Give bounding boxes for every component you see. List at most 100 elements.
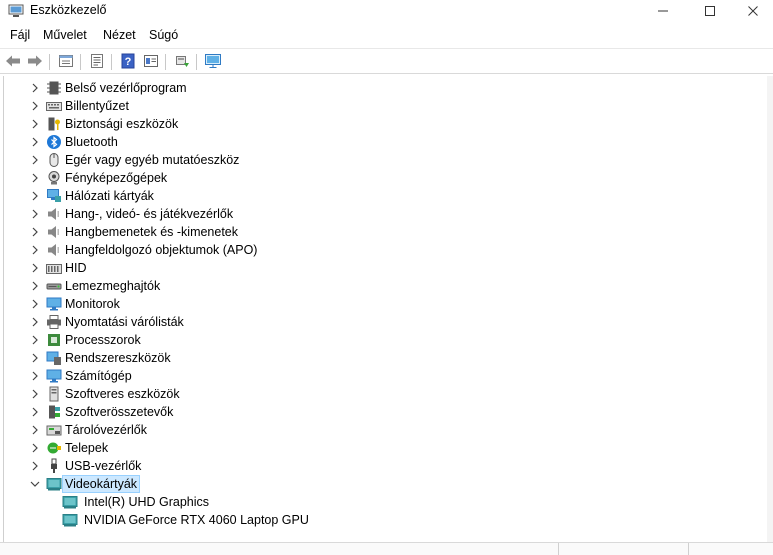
chevron-down-icon[interactable] — [28, 477, 42, 491]
chevron-glyph — [30, 481, 40, 487]
chevron-right-icon[interactable] — [28, 189, 42, 203]
chevron-right-icon[interactable] — [28, 171, 42, 185]
chevron-right-icon[interactable] — [28, 441, 42, 455]
system-devices-icon — [46, 351, 61, 365]
category-icon — [46, 206, 62, 222]
tree-category-label: Szoftveres eszközök — [65, 387, 180, 401]
category-icon — [46, 458, 62, 474]
tree-category-row[interactable]: Egér vagy egyéb mutatóeszköz — [4, 151, 744, 169]
vertical-scrollbar[interactable] — [767, 76, 773, 542]
tree-category-row[interactable]: Rendszereszközök — [4, 349, 744, 367]
tree-category-row[interactable]: Biztonsági eszközök — [4, 115, 744, 133]
maximize-button[interactable] — [688, 0, 732, 22]
chevron-right-icon[interactable] — [28, 423, 42, 437]
tree-device-row[interactable]: NVIDIA GeForce RTX 4060 Laptop GPU — [4, 511, 744, 529]
tree-category-row[interactable]: Hangbemenetek és -kimenetek — [4, 223, 744, 241]
category-icon — [46, 368, 62, 384]
device-icon — [62, 512, 78, 528]
category-icon — [46, 422, 62, 438]
chevron-right-icon[interactable] — [28, 279, 42, 293]
chevron-right-icon[interactable] — [28, 135, 42, 149]
close-icon — [748, 6, 758, 16]
menu-view[interactable]: Nézet — [103, 28, 136, 42]
tree-category-row[interactable]: Számítógép — [4, 367, 744, 385]
tree-category-row[interactable]: Belső vezérlőprogram — [4, 79, 744, 97]
tree-category-row[interactable]: Hang-, videó- és játékvezérlők — [4, 205, 744, 223]
menu-action[interactable]: Művelet — [43, 28, 87, 42]
tree-category-row[interactable]: Billentyűzet — [4, 97, 744, 115]
sheet-icon — [144, 55, 158, 67]
menu-help[interactable]: Súgó — [149, 28, 178, 42]
chevron-glyph — [32, 101, 38, 111]
tree-device-row[interactable]: Intel(R) UHD Graphics — [4, 493, 744, 511]
tree-category-row[interactable]: Tárolóvezérlők — [4, 421, 744, 439]
chevron-right-icon[interactable] — [28, 99, 42, 113]
chevron-glyph — [32, 209, 38, 219]
chevron-right-icon[interactable] — [28, 153, 42, 167]
category-icon — [46, 80, 62, 96]
disk-drive-icon — [46, 283, 62, 290]
tree-category-row[interactable]: HID — [4, 259, 744, 277]
sheet-button[interactable] — [142, 52, 160, 70]
bluetooth-icon — [47, 135, 61, 149]
category-icon — [46, 188, 62, 204]
forward-button[interactable] — [26, 52, 44, 70]
tree-category-row[interactable]: Processzorok — [4, 331, 744, 349]
scan-hardware-button[interactable] — [173, 52, 191, 70]
tree-category-row[interactable]: Monitorok — [4, 295, 744, 313]
chevron-glyph — [32, 83, 38, 93]
chevron-right-icon[interactable] — [28, 333, 42, 347]
tree-category-row[interactable]: Fényképezőgépek — [4, 169, 744, 187]
back-button[interactable] — [4, 52, 22, 70]
tree-category-label: Egér vagy egyéb mutatóeszköz — [65, 153, 240, 167]
details-view-button[interactable] — [88, 52, 106, 70]
tree-category-label: Hangbemenetek és -kimenetek — [65, 225, 239, 239]
title-bar: Eszközkezelő — [0, 0, 773, 22]
chevron-right-icon[interactable] — [28, 261, 42, 275]
tree-category-row[interactable]: Hálózati kártyák — [4, 187, 744, 205]
toolbar-separator — [49, 54, 50, 70]
category-icon — [46, 98, 62, 114]
chevron-glyph — [32, 299, 38, 309]
processor-icon — [48, 334, 60, 346]
chevron-right-icon[interactable] — [28, 81, 42, 95]
monitor-display-button[interactable] — [204, 52, 222, 70]
help-button[interactable]: ? — [119, 52, 137, 70]
tree-category-row[interactable]: Hangfeldolgozó objektumok (APO) — [4, 241, 744, 259]
minimize-button[interactable] — [641, 0, 685, 22]
chevron-right-icon[interactable] — [28, 351, 42, 365]
tree-category-label: Bluetooth — [65, 135, 118, 149]
tree-category-row[interactable]: Szoftveres eszközök — [4, 385, 744, 403]
properties-button[interactable] — [57, 52, 75, 70]
chevron-right-icon[interactable] — [28, 117, 42, 131]
chevron-glyph — [32, 227, 38, 237]
tree-category-row[interactable]: Szoftverösszetevők — [4, 403, 744, 421]
chevron-glyph — [32, 263, 38, 273]
tree-category-label: Nyomtatási várólisták — [65, 315, 184, 329]
chevron-right-icon[interactable] — [28, 369, 42, 383]
chevron-right-icon[interactable] — [28, 225, 42, 239]
forward-arrow-icon — [28, 55, 42, 67]
hid-icon — [46, 264, 62, 274]
chevron-glyph — [32, 245, 38, 255]
tree-category-row[interactable]: Telepek — [4, 439, 744, 457]
tree-category-row[interactable]: USB-vezérlők — [4, 457, 744, 475]
menu-bar: Fájl Művelet Nézet Súgó — [0, 24, 773, 46]
chevron-right-icon[interactable] — [28, 405, 42, 419]
chevron-right-icon[interactable] — [28, 315, 42, 329]
network-adapter-icon — [47, 189, 61, 202]
tree-category-row[interactable]: Bluetooth — [4, 133, 744, 151]
chevron-right-icon[interactable] — [28, 207, 42, 221]
category-icon — [46, 278, 62, 294]
close-button[interactable] — [731, 0, 773, 22]
tree-category-row[interactable]: Lemezmeghajtók — [4, 277, 744, 295]
tree-category-row[interactable]: Videokártyák — [4, 475, 744, 493]
tree-device-label: Intel(R) UHD Graphics — [84, 495, 210, 509]
chevron-right-icon[interactable] — [28, 243, 42, 257]
chevron-right-icon[interactable] — [28, 297, 42, 311]
chevron-right-icon[interactable] — [28, 459, 42, 473]
category-icon — [46, 314, 62, 330]
chevron-right-icon[interactable] — [28, 387, 42, 401]
menu-file[interactable]: Fájl — [10, 28, 30, 42]
tree-category-row[interactable]: Nyomtatási várólisták — [4, 313, 744, 331]
